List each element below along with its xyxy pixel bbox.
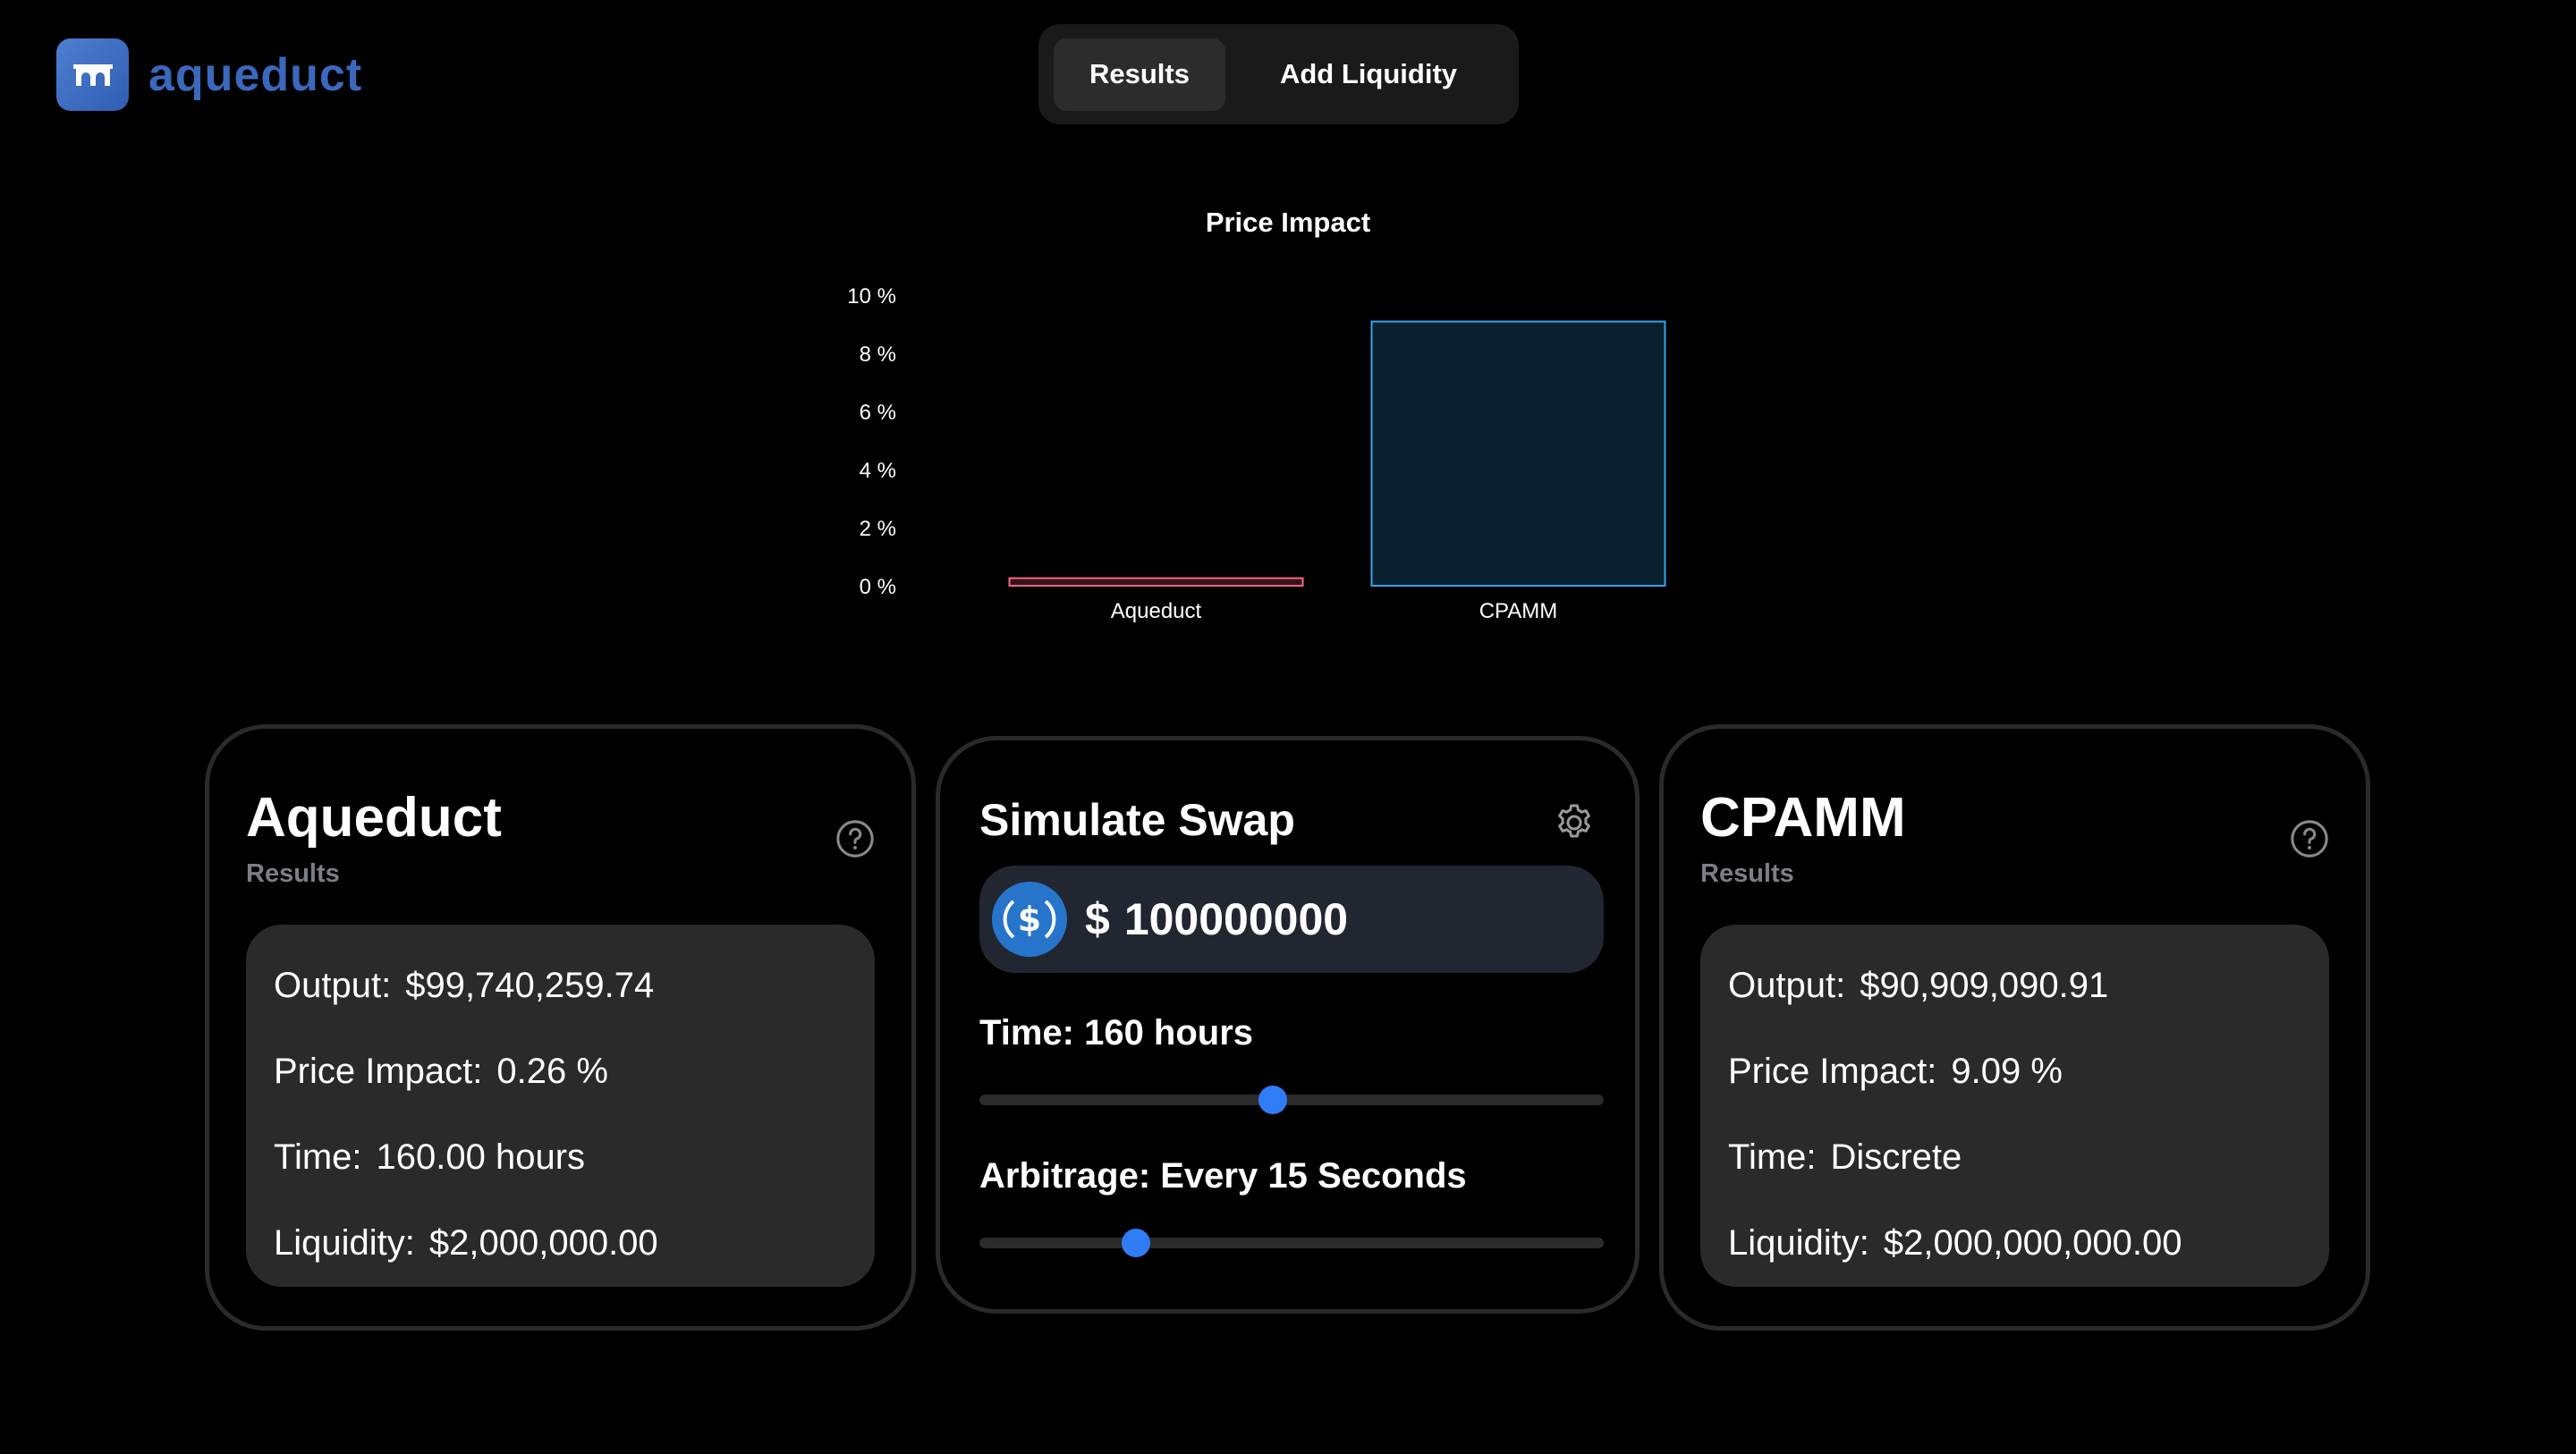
results-box: Output: $90,909,090.91 Price Impact: 9.0… (1700, 925, 2329, 1287)
y-tick-label: 2 % (860, 517, 896, 541)
simulate-swap-card: Simulate Swap $ $ 100000000 Time: 160 ho… (936, 736, 1640, 1314)
row-value: 9.09 % (1951, 1051, 2063, 1091)
price-impact-row: Price Impact: 0.26 % (274, 1028, 847, 1114)
output-row: Output: $99,740,259.74 (274, 943, 847, 1028)
row-value: $2,000,000,000.00 (1883, 1222, 2182, 1263)
logo[interactable]: aqueduct (56, 38, 362, 111)
tab-add-liquidity[interactable]: Add Liquidity (1234, 38, 1503, 111)
y-tick-label: 10 % (847, 284, 896, 309)
row-label: Time: (1728, 1137, 1817, 1177)
row-value: $90,909,090.91 (1860, 965, 2109, 1005)
aqueduct-results-card: Aqueduct Results Output: $99,740,259.74 … (205, 724, 916, 1331)
page: aqueduct Results Add Liquidity Price Imp… (0, 0, 2576, 1454)
row-value: 160.00 hours (376, 1137, 586, 1177)
row-value: $99,740,259.74 (405, 965, 655, 1005)
chart-canvas: 0 % 2 % 4 % 6 % 8 % 10 % Aqueduct CPAMM (847, 284, 1666, 623)
time-row: Time: Discrete (1728, 1114, 2301, 1200)
usdc-icon: $ (992, 882, 1067, 957)
time-label: Time: 160 hours (979, 1013, 1254, 1052)
arbitrage-label: Arbitrage: Every 15 Seconds (979, 1156, 1467, 1196)
svg-text:$: $ (1018, 900, 1041, 939)
row-label: Price Impact: (1728, 1051, 1937, 1091)
arbitrage-slider[interactable] (979, 1229, 1604, 1257)
time-slider[interactable] (979, 1086, 1604, 1114)
tab-results[interactable]: Results (1054, 38, 1225, 111)
row-label: Output: (274, 965, 392, 1005)
amount-input[interactable]: $ $ 100000000 (979, 866, 1604, 973)
help-circle-icon[interactable] (2289, 818, 2330, 859)
nav-tabs: Results Add Liquidity (1038, 24, 1519, 124)
price-impact-row: Price Impact: 9.09 % (1728, 1028, 2301, 1114)
y-tick-label: 0 % (860, 575, 896, 599)
time-row: Time: 160.00 hours (274, 1114, 847, 1200)
x-tick-label: CPAMM (1479, 599, 1558, 623)
y-tick-label: 6 % (860, 401, 896, 425)
time-slider-thumb[interactable] (1258, 1086, 1288, 1114)
x-tick-label: Aqueduct (1111, 599, 1202, 623)
cpamm-results-card: CPAMM Results Output: $90,909,090.91 Pri… (1659, 724, 2370, 1331)
bar-aqueduct[interactable] (1008, 577, 1304, 587)
row-value: $2,000,000.00 (428, 1222, 658, 1263)
liquidity-row: Liquidity: $2,000,000.00 (274, 1200, 847, 1286)
currency-symbol: $ (1085, 894, 1110, 944)
output-row: Output: $90,909,090.91 (1728, 943, 2301, 1028)
y-tick-label: 8 % (860, 342, 896, 367)
price-impact-chart: Price Impact 0 % 2 % 4 % 6 % 8 % 10 % Aqueduct… (805, 192, 1771, 657)
help-circle-icon[interactable] (835, 818, 876, 859)
y-tick-label: 4 % (860, 459, 896, 483)
gear-icon[interactable] (1553, 801, 1596, 844)
card-subtitle: Results (1700, 859, 1794, 888)
results-box: Output: $99,740,259.74 Price Impact: 0.2… (246, 925, 875, 1287)
card-title: Simulate Swap (979, 795, 1295, 845)
row-value: Discrete (1830, 1137, 1962, 1177)
card-title: Aqueduct (246, 787, 502, 849)
card-subtitle: Results (246, 859, 340, 888)
row-value: 0.26 % (496, 1051, 608, 1091)
card-title: CPAMM (1700, 787, 1906, 849)
liquidity-row: Liquidity: $2,000,000,000.00 (1728, 1200, 2301, 1286)
row-label: Price Impact: (274, 1051, 483, 1091)
bar-cpamm[interactable] (1370, 320, 1666, 587)
aqueduct-logo-icon (56, 38, 129, 111)
row-label: Liquidity: (274, 1222, 415, 1263)
row-label: Liquidity: (1728, 1222, 1869, 1263)
app-name: aqueduct (148, 48, 363, 101)
row-label: Time: (274, 1137, 362, 1177)
amount-value[interactable]: 100000000 (1124, 893, 1348, 945)
arbitrage-slider-thumb[interactable] (1121, 1229, 1150, 1257)
row-label: Output: (1728, 965, 1846, 1005)
